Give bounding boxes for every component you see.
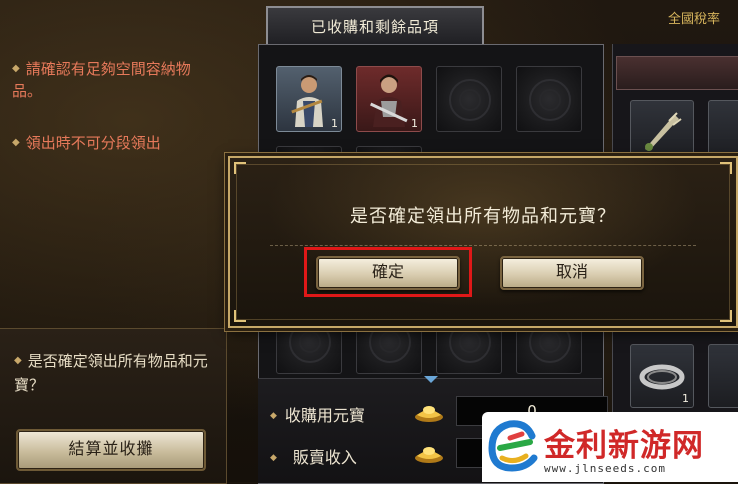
item-slot-hero[interactable]: 1 [356,66,422,132]
item-count: 1 [331,117,338,130]
confirm-prompt: ◆ 是否確定領出所有物品和元寶？ [14,352,208,394]
confirm-highlight-box [304,247,472,297]
left-info-panel: ◆ 請確認有足夠空間容納物品。 ◆ 領出時不可分段領出 [0,40,240,190]
corner-ornament-icon [720,162,732,174]
bullet-icon: ◆ [12,137,20,148]
bullet-icon: ◆ [270,411,277,421]
confirm-dialog: 是否確定領出所有物品和元寶？ 確定 取消 [228,156,738,328]
settle-and-close-button[interactable]: 結算並收攤 [16,429,206,471]
hero-portrait-icon [291,75,323,127]
watermark-logo-icon [488,420,538,472]
bullet-icon: ◆ [270,453,277,463]
note-space-warning: ◆ 請確認有足夠空間容納物品。 [12,60,191,100]
bullet-icon: ◆ [12,63,20,74]
item-count: 1 [411,117,418,130]
cancel-button[interactable]: 取消 [500,256,644,290]
item-slot-hero[interactable]: 1 [276,66,342,132]
gold-ingot-icon [415,447,443,463]
left-confirm-panel: ◆ 是否確定領出所有物品和元寶？ 結算並收攤 [0,328,227,484]
tab-purchased-remaining[interactable]: 已收購和剩餘品項 [266,6,484,46]
corner-ornament-icon [234,162,246,174]
sales-income-label: ◆ 販賣收入 [270,448,357,467]
dialog-message: 是否確定領出所有物品和元寶？ [350,206,616,227]
right-item-slot[interactable] [630,100,694,164]
purchase-ingot-label: ◆ 收購用元寶 [270,406,365,425]
watermark: 金利新游网 www.jlnseeds.com [482,412,738,482]
corner-ornament-icon [234,310,246,322]
right-item-slot[interactable] [708,100,738,164]
national-tax-label[interactable]: 全國稅率 [668,8,720,27]
right-header-bar [616,56,738,90]
watermark-url: www.jlnseeds.com [544,462,666,475]
bullet-icon: ◆ [14,355,22,366]
item-slot-empty[interactable] [516,66,582,132]
hero-portrait-icon [370,74,408,127]
corner-ornament-icon [720,310,732,322]
gold-ingot-icon [415,406,443,422]
item-count: 1 [682,392,689,405]
bracelet-icon [639,364,685,390]
watermark-title: 金利新游网 [544,428,704,464]
right-item-slot[interactable] [708,344,738,408]
right-item-slot[interactable]: 1 [630,344,694,408]
item-slot-empty[interactable] [436,66,502,132]
scroll-down-arrow-icon[interactable] [424,376,438,383]
note-no-partial: ◆ 領出時不可分段領出 [12,134,161,152]
claw-weapon-icon [645,112,682,151]
